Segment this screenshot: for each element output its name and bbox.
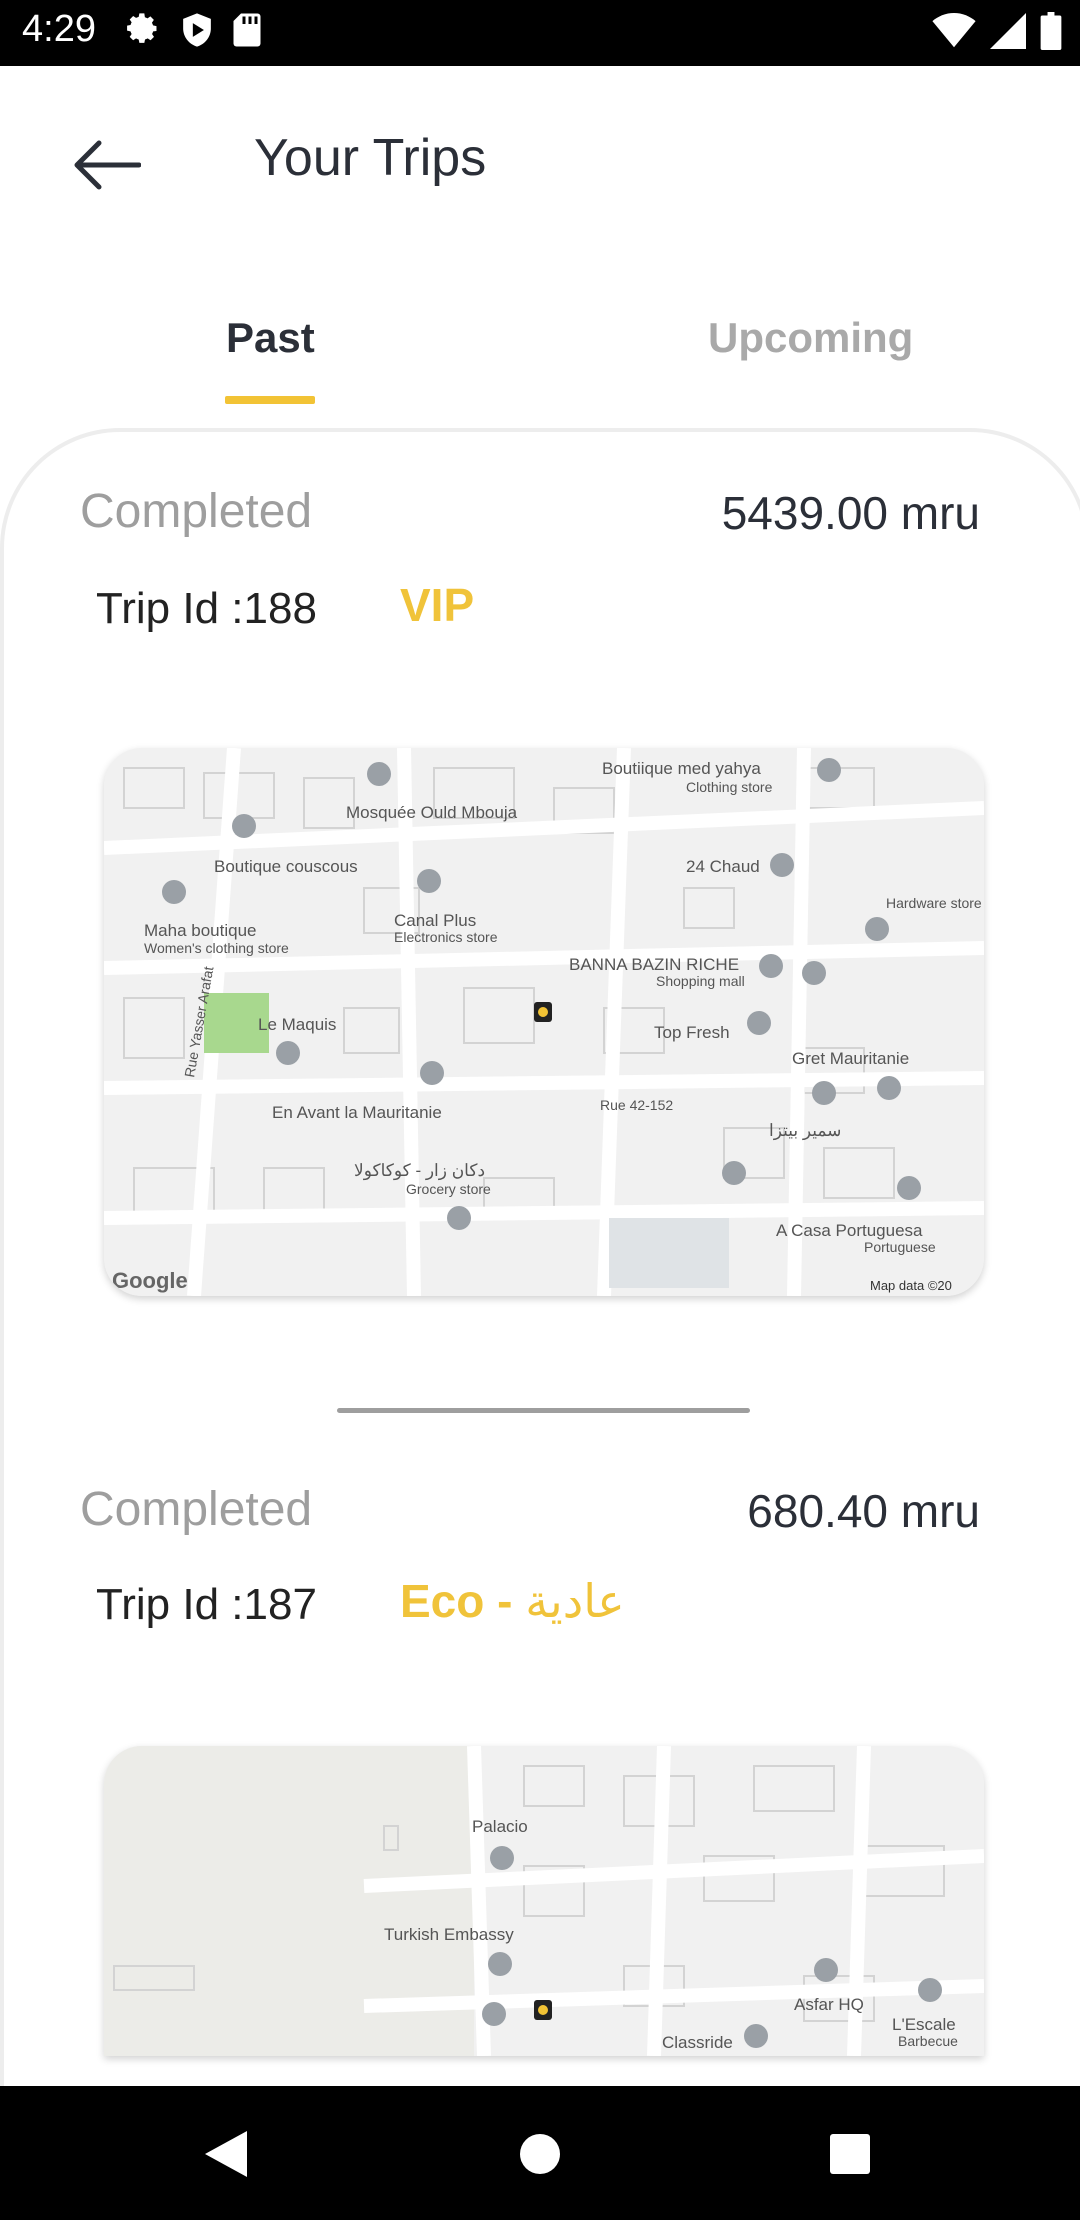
recents-square-icon	[830, 2134, 870, 2174]
tab-upcoming[interactable]: Upcoming	[708, 314, 913, 362]
trip-list[interactable]: Completed 5439.00 mru Trip Id :188 VIP B…	[0, 428, 1080, 2088]
trip-id: Trip Id :188	[96, 584, 317, 633]
nav-home-button[interactable]	[510, 2124, 570, 2184]
map-attribution: Map data ©20	[870, 1278, 952, 1293]
arrow-left-icon	[74, 140, 141, 190]
tab-past[interactable]: Past	[226, 314, 315, 362]
map-label: Boutique couscous	[214, 857, 358, 876]
map-label: Maha boutique	[144, 921, 256, 940]
map-label: En Avant la Mauritanie	[272, 1103, 442, 1122]
trip-price: 680.40 mru	[747, 1485, 980, 1537]
map-label: Grocery store	[406, 1181, 491, 1197]
map-label: Canal Plus	[394, 911, 476, 930]
map-label: Asfar HQ	[794, 1995, 864, 2014]
active-tab-indicator	[225, 396, 315, 404]
wifi-icon	[932, 13, 976, 48]
trip-map[interactable]: Boutiique med yahya Clothing store Mosqu…	[104, 748, 984, 1296]
map-label: Classride	[662, 2033, 733, 2052]
trip-type-arabic: عادية	[525, 1575, 625, 1627]
nav-back-button[interactable]	[196, 2124, 256, 2184]
map-label: L'Escale	[892, 2015, 956, 2034]
map-label: Rue 42-152	[600, 1097, 673, 1113]
trip-status: Completed	[80, 1483, 313, 1536]
settings-icon	[127, 13, 157, 43]
map-label: Boutiique med yahya	[602, 759, 761, 778]
trip-type-label: VIP	[400, 579, 475, 631]
app-bar: Your Trips	[0, 66, 1080, 256]
map-label: Portuguese	[864, 1239, 936, 1255]
signal-icon	[990, 13, 1026, 49]
map-label: Shopping mall	[656, 973, 745, 989]
map-label: Turkish Embassy	[384, 1925, 514, 1944]
trip-map[interactable]: Palacio Turkish Embassy Asfar HQ L'Escal…	[104, 1746, 984, 2056]
map-label: 24 Chaud	[686, 857, 760, 876]
trip-price: 5439.00 mru	[721, 487, 980, 539]
map-label: Top Fresh	[654, 1023, 730, 1042]
trip-divider	[337, 1408, 750, 1413]
shield-icon	[183, 13, 211, 47]
page-title: Your Trips	[254, 129, 487, 187]
map-label: Palacio	[472, 1817, 528, 1836]
map-label: Hardware store	[886, 895, 982, 911]
nav-recents-button[interactable]	[820, 2124, 880, 2184]
map-label: سمير بيتزا	[769, 1121, 841, 1141]
map-label: Le Maquis	[258, 1015, 336, 1034]
map-label: Gret Mauritanie	[792, 1049, 909, 1068]
trip-type: VIP	[400, 578, 474, 632]
status-icons-left	[126, 12, 262, 48]
sd-card-icon	[233, 13, 261, 47]
status-icons-right	[932, 12, 1062, 50]
system-nav-bar	[0, 2086, 1080, 2220]
status-bar: 4:29	[0, 0, 1080, 66]
home-circle-icon	[520, 2134, 560, 2174]
back-triangle-icon	[205, 2131, 247, 2177]
battery-icon	[1040, 12, 1062, 50]
map-label: Women's clothing store	[144, 940, 289, 956]
map-label: دكان زار - كوكاكولا	[354, 1161, 485, 1181]
map-label: Electronics store	[394, 929, 498, 945]
map-label: Clothing store	[686, 779, 773, 795]
trip-type-label: Eco -	[400, 1575, 526, 1627]
map-label: Mosquée Ould Mbouja	[346, 803, 518, 822]
trip-tabs: Past Upcoming	[0, 290, 1080, 410]
trip-status: Completed	[80, 485, 313, 538]
back-button[interactable]	[66, 130, 146, 200]
map-label: Barbecue	[898, 2033, 958, 2049]
status-time: 4:29	[22, 8, 96, 50]
google-logo: Google	[112, 1268, 188, 1293]
map-image: Palacio Turkish Embassy Asfar HQ L'Escal…	[104, 1746, 984, 2056]
map-image: Boutiique med yahya Clothing store Mosqu…	[104, 748, 984, 1296]
trip-id: Trip Id :187	[96, 1580, 317, 1629]
map-label: BANNA BAZIN RICHE	[569, 955, 739, 974]
trip-type: Eco - عادية	[400, 1574, 625, 1628]
map-label: A Casa Portuguesa	[776, 1221, 923, 1240]
